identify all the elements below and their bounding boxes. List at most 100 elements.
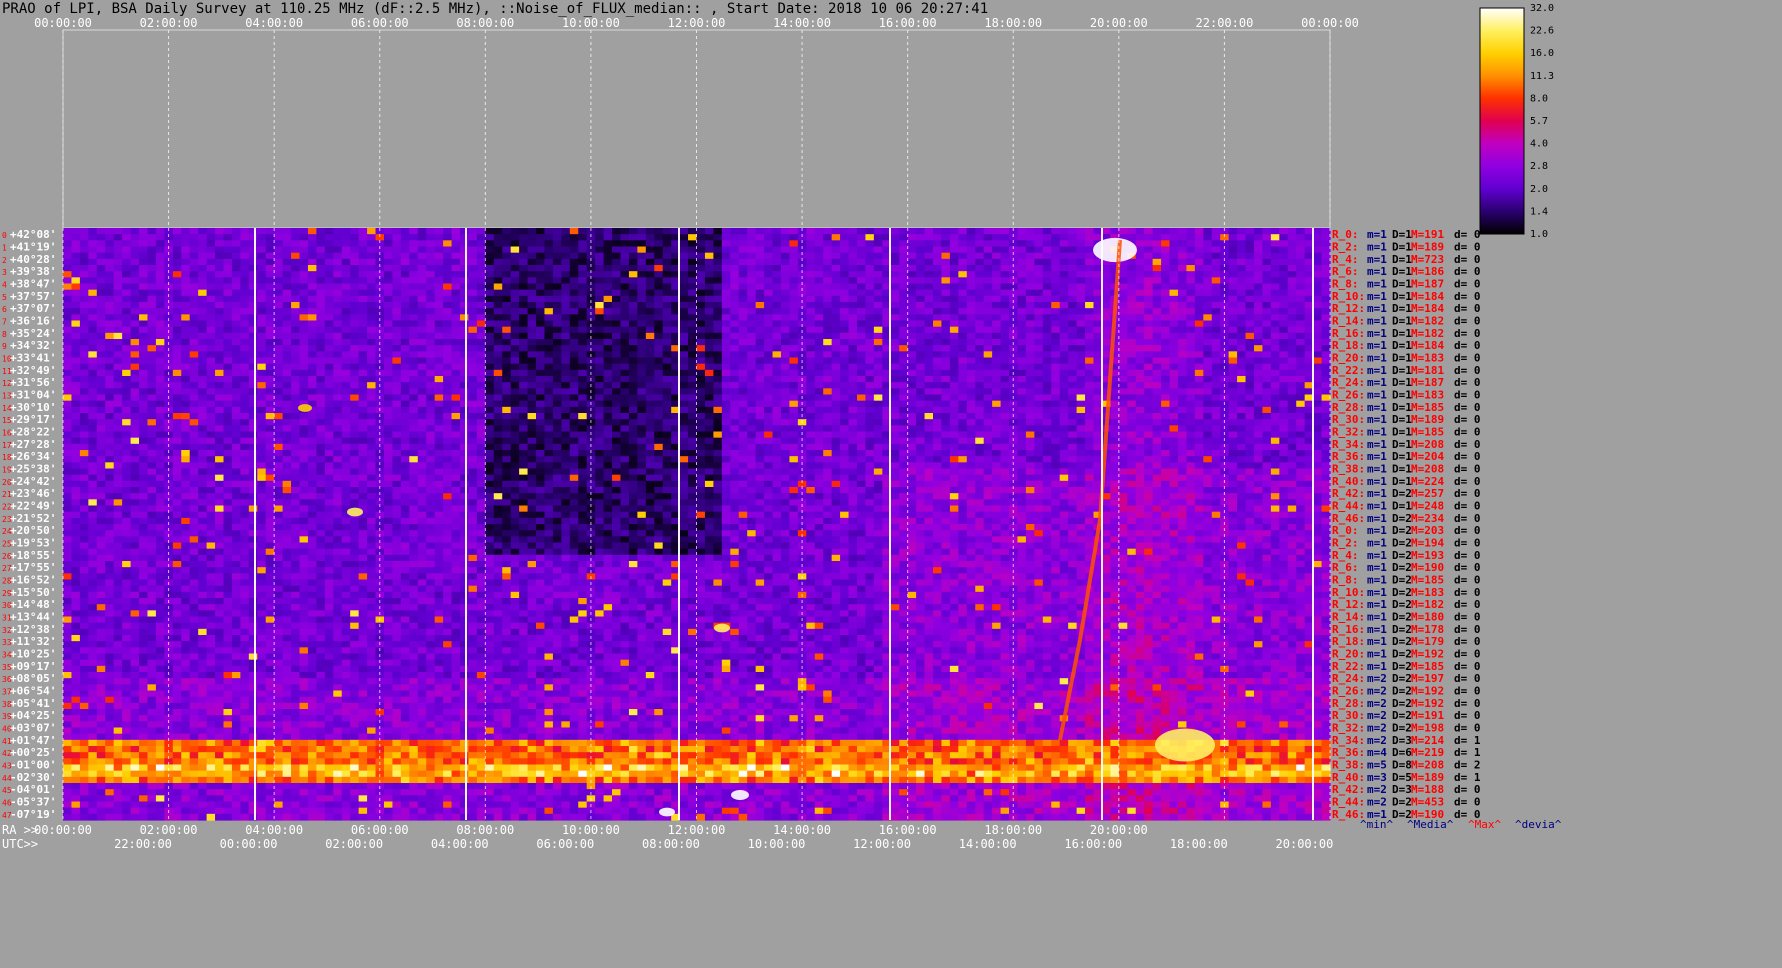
heatmap-cell (730, 271, 740, 278)
heatmap-cell (459, 332, 470, 340)
heatmap-cell (341, 363, 351, 371)
heatmap-cell (1068, 252, 1078, 260)
heatmap-cell (198, 314, 208, 322)
heatmap-cell (265, 295, 275, 303)
heatmap-cell (1262, 406, 1272, 414)
heatmap-cell (1296, 240, 1306, 248)
heatmap-cell (1144, 228, 1154, 235)
heatmap-cell (122, 413, 132, 420)
heatmap-cell (628, 388, 638, 396)
heatmap-cell (519, 388, 529, 396)
heatmap-cell (1101, 228, 1111, 235)
heatmap-cell (544, 271, 554, 278)
heatmap-cell (814, 252, 824, 260)
heatmap-cell (1076, 295, 1086, 303)
heatmap-cell (1076, 406, 1086, 414)
heatmap-cell (840, 295, 850, 303)
heatmap-cell (1296, 228, 1306, 235)
heatmap-cell (1017, 246, 1027, 254)
heatmap-cell (966, 308, 976, 315)
heatmap-cell (730, 314, 740, 322)
heatmap-cell (181, 283, 191, 291)
heatmap-cell (155, 345, 165, 352)
heatmap-cell (519, 332, 529, 340)
heatmap-cell (502, 246, 512, 254)
heatmap-cell (983, 419, 993, 426)
heatmap-cell (71, 425, 81, 433)
heatmap-cell (105, 302, 115, 309)
heatmap-cell (772, 289, 782, 297)
heatmap-cell (1017, 339, 1027, 346)
heatmap-cell (823, 326, 833, 334)
heatmap-cell (1237, 289, 1247, 297)
heatmap-cell (1237, 419, 1247, 426)
heatmap-cell (1321, 271, 1331, 278)
heatmap-cell (71, 326, 81, 334)
heatmap-cell (1211, 240, 1221, 248)
heatmap-cell (983, 240, 993, 248)
heatmap-cell (865, 308, 875, 315)
heatmap-cell (578, 413, 588, 420)
heatmap-cell (747, 320, 757, 328)
heatmap-cell (1262, 308, 1272, 315)
heatmap-cell (1203, 400, 1213, 408)
heatmap-cell (341, 345, 351, 352)
heatmap-cell (215, 308, 225, 315)
heatmap-cell (1211, 265, 1221, 272)
heatmap-cell (966, 345, 976, 352)
heatmap-cell (358, 351, 368, 359)
heatmap-cell (831, 308, 841, 315)
heatmap-cell (713, 246, 723, 254)
heatmap-cell (1051, 240, 1061, 248)
heatmap-cell (502, 369, 512, 377)
heatmap-cell (223, 302, 233, 309)
heatmap-cell (949, 277, 959, 285)
heatmap-cell (1101, 277, 1111, 285)
heatmap-cell (688, 265, 698, 272)
heatmap-cell (1253, 388, 1264, 396)
heatmap-cell (358, 425, 368, 433)
heatmap-cell (1068, 388, 1078, 396)
heatmap-cell (434, 351, 444, 359)
heatmap-cell (949, 252, 959, 260)
heatmap-cell (1287, 400, 1297, 408)
heatmap-cell (755, 394, 765, 402)
heatmap-cell (907, 258, 917, 266)
heatmap-cell (400, 252, 410, 260)
heatmap-cell (502, 339, 512, 346)
heatmap-cell (848, 326, 858, 334)
heatmap-cell (975, 413, 985, 420)
heatmap-cell (789, 228, 799, 235)
heatmap-cell (1051, 295, 1061, 303)
heatmap-cell (1313, 425, 1323, 433)
heatmap-cell (772, 320, 782, 328)
heatmap-cell (662, 413, 672, 420)
heatmap-cell (747, 419, 757, 426)
heatmap-cell (206, 425, 216, 433)
heatmap-cell (561, 339, 571, 346)
heatmap-cell (1245, 363, 1255, 371)
heatmap-cell (873, 228, 883, 235)
heatmap-cell (206, 320, 216, 328)
heatmap-cell (172, 363, 182, 371)
heatmap-cell (257, 419, 267, 426)
heatmap-cell (350, 246, 360, 254)
heatmap-cell (1085, 302, 1095, 309)
heatmap-cell (1245, 240, 1255, 248)
heatmap-cell (426, 302, 436, 309)
top-tick-label: 00:00:00 (1301, 16, 1359, 30)
heatmap-cell (1085, 406, 1095, 414)
heatmap-cell (198, 388, 208, 396)
heatmap-cell (823, 246, 833, 254)
heatmap-cell (966, 258, 976, 266)
heatmap-cell (721, 277, 731, 285)
heatmap-cell (1034, 425, 1044, 433)
heatmap-cell (71, 376, 81, 383)
heatmap-cell (899, 332, 909, 340)
heatmap-cell (1101, 345, 1111, 352)
heatmap-cell (1245, 302, 1255, 309)
heatmap-cell (198, 308, 208, 315)
heatmap-cell (383, 382, 394, 389)
heatmap-cell (307, 228, 317, 235)
heatmap-cell (907, 419, 917, 426)
